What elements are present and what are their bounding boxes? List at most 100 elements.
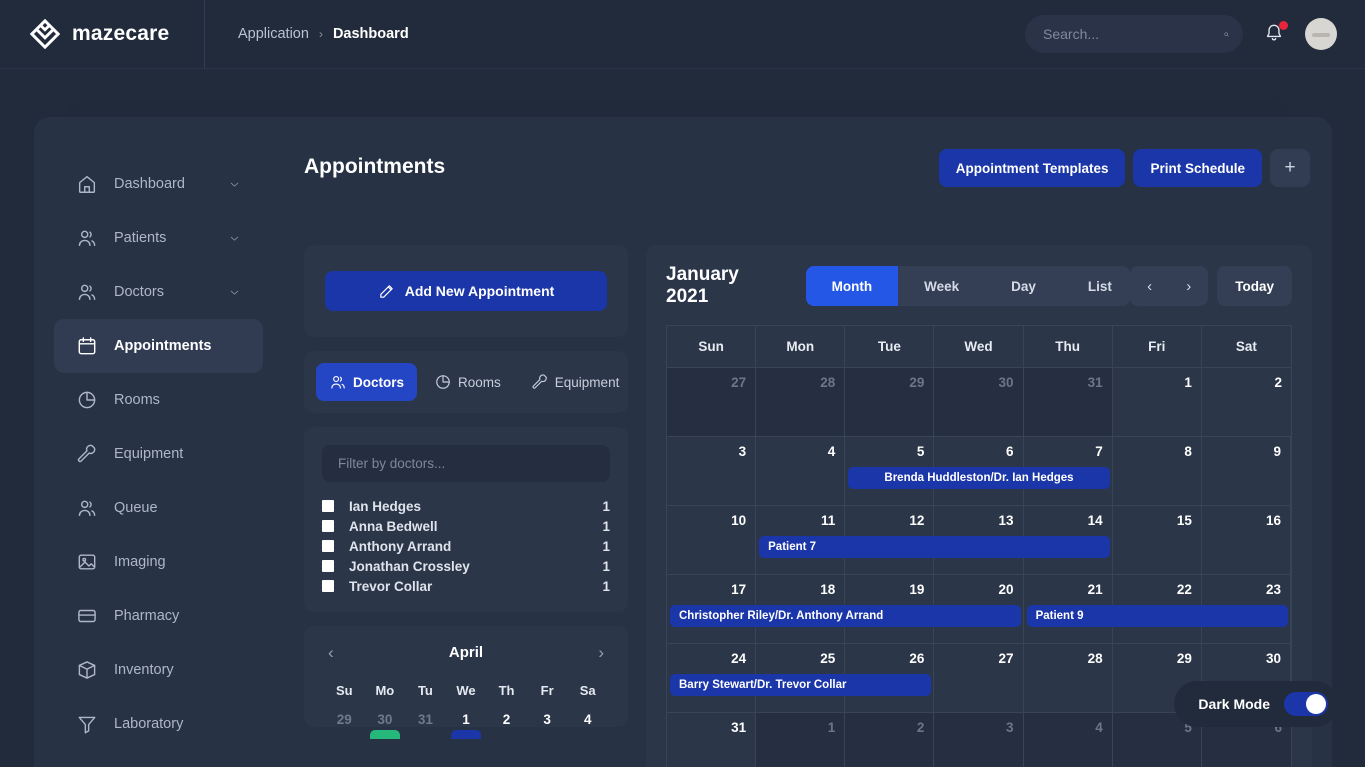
mini-calendar-day[interactable]: 31 (405, 712, 446, 727)
filter-by-doctors-input[interactable] (322, 445, 610, 482)
brand[interactable]: mazecare (0, 0, 205, 69)
calendar-view-week[interactable]: Week (898, 266, 985, 306)
doctor-filter-row[interactable]: Ian Hedges 1 (322, 496, 610, 516)
calendar-day-cell[interactable]: 27 (667, 368, 757, 436)
main-content: Appointments Appointment Templates Print… (283, 117, 1332, 767)
resource-tab-rooms[interactable]: Rooms (421, 363, 514, 401)
mini-calendar-day[interactable]: 29 (324, 712, 365, 727)
resource-tab-doctors[interactable]: Doctors (316, 363, 418, 401)
doctor-filter-row[interactable]: Trevor Collar 1 (322, 576, 610, 596)
doctor-checkbox[interactable] (322, 540, 334, 552)
doctor-checkbox[interactable] (322, 520, 334, 532)
mini-calendar-day[interactable]: 3 (527, 712, 568, 727)
mini-calendar-day[interactable]: 4 (567, 712, 608, 727)
calendar-day-cell[interactable]: 28 (756, 368, 846, 436)
search-icon[interactable] (1224, 25, 1229, 44)
calendar-day-cell[interactable]: 4 (756, 437, 846, 505)
calendar-day-number: 24 (731, 651, 747, 666)
resource-tab-equipment[interactable]: Equipment (518, 363, 633, 401)
calendar-day-cell[interactable]: 15 (1113, 506, 1202, 574)
sidebar-item-dashboard[interactable]: Dashboard (54, 157, 263, 211)
chevron-down-icon[interactable] (228, 178, 241, 191)
dark-mode-switch[interactable] (1284, 692, 1328, 716)
breadcrumb-root[interactable]: Application (238, 26, 309, 42)
mini-calendar-day[interactable]: 30 (365, 712, 406, 739)
calendar-event[interactable]: Patient 9 (1026, 605, 1288, 627)
calendar-day-cell[interactable]: 30 (934, 368, 1024, 436)
doctor-checkbox[interactable] (322, 580, 334, 592)
sidebar-item-menu-layout[interactable]: Menu Layout (54, 751, 263, 767)
calendar-day-cell[interactable]: 27 (934, 644, 1024, 712)
calendar-day-cell[interactable]: 31 (1023, 368, 1113, 436)
mini-calendar-month: April (448, 644, 484, 661)
doctor-filter-row[interactable]: Jonathan Crossley 1 (322, 556, 610, 576)
dark-mode-toggle[interactable]: Dark Mode (1174, 681, 1338, 727)
calendar-dow-row: Sun Mon Tue Wed Thu Fri Sat (667, 326, 1291, 367)
doctor-filter-row[interactable]: Anna Bedwell 1 (322, 516, 610, 536)
calendar-event[interactable]: Barry Stewart/Dr. Trevor Collar (670, 674, 932, 696)
calendar-day-cell[interactable]: 9 (1202, 437, 1291, 505)
mini-calendar-day[interactable]: 1 (446, 712, 487, 739)
chevron-right-icon[interactable]: › (594, 644, 608, 661)
doctor-checkbox[interactable] (322, 560, 334, 572)
chevron-left-icon[interactable]: ‹ (324, 644, 338, 661)
sidebar-item-appointments[interactable]: Appointments (54, 319, 263, 373)
calendar-day-cell[interactable]: 1 (1113, 368, 1202, 436)
calendar-day-cell[interactable]: 1 (756, 713, 846, 767)
calendar-day-cell[interactable]: 10 (667, 506, 757, 574)
calendar-event[interactable]: Christopher Riley/Dr. Anthony Arrand (670, 605, 1021, 627)
calendar-day-cell[interactable]: 29 (845, 368, 935, 436)
calendar-day-cell[interactable]: 4 (1023, 713, 1113, 767)
calendar-day-cell[interactable]: 2 (845, 713, 935, 767)
calendar-view-month[interactable]: Month (805, 266, 899, 306)
calendar-day-number: 4 (827, 444, 836, 459)
calendar-day-cell[interactable]: 3 (934, 713, 1024, 767)
sidebar-item-queue[interactable]: Queue (54, 481, 263, 535)
sidebar-item-doctors[interactable]: Doctors (54, 265, 263, 319)
calendar-day-number: 18 (820, 582, 836, 597)
sidebar-item-patients[interactable]: Patients (54, 211, 263, 265)
calendar-day-number: 19 (909, 582, 925, 597)
mini-calendar-day-number: 30 (377, 712, 393, 727)
sidebar-item-rooms[interactable]: Rooms (54, 373, 263, 427)
global-search[interactable] (1025, 15, 1243, 53)
calendar-event[interactable]: Brenda Huddleston/Dr. Ian Hedges (848, 467, 1110, 489)
add-new-appointment-button[interactable]: Add New Appointment (325, 271, 607, 311)
mini-calendar-day[interactable]: 2 (486, 712, 527, 727)
chevron-down-icon[interactable] (228, 232, 241, 245)
calendar-view-day[interactable]: Day (985, 266, 1062, 306)
appointment-templates-button[interactable]: Appointment Templates (938, 149, 1126, 187)
calendar-event[interactable]: Patient 7 (759, 536, 1110, 558)
mini-calendar-dow: Su (335, 683, 353, 698)
resource-tab-group: Doctors Rooms Equipment (304, 351, 628, 413)
calendar-day-cell[interactable]: 2 (1202, 368, 1291, 436)
sidebar-item-imaging[interactable]: Imaging (54, 535, 263, 589)
calendar-day-cell[interactable]: 28 (1024, 644, 1113, 712)
calendar-day-cell[interactable]: 3 (667, 437, 757, 505)
notifications-button[interactable] (1263, 21, 1288, 46)
calendar-view-list[interactable]: List (1062, 266, 1130, 306)
users-icon (78, 230, 96, 247)
calendar-prev-button[interactable]: ‹ (1130, 266, 1169, 306)
sidebar-item-equipment[interactable]: Equipment (54, 427, 263, 481)
add-button[interactable]: + (1270, 149, 1310, 187)
sidebar-item-pharmacy[interactable]: Pharmacy (54, 589, 263, 643)
page-header-actions: Appointment Templates Print Schedule + (938, 149, 1310, 187)
sidebar-item-inventory[interactable]: Inventory (54, 643, 263, 697)
avatar[interactable] (1305, 18, 1337, 50)
calendar-today-button[interactable]: Today (1217, 266, 1292, 306)
sidebar-item-laboratory[interactable]: Laboratory (54, 697, 263, 751)
mini-calendar-dow: Th (498, 683, 515, 698)
calendar-day-cell[interactable]: 8 (1113, 437, 1202, 505)
print-schedule-button[interactable]: Print Schedule (1133, 149, 1262, 187)
doctor-filter-row[interactable]: Anthony Arrand 1 (322, 536, 610, 556)
calendar-day-cell[interactable]: 16 (1202, 506, 1291, 574)
calendar-next-button[interactable]: › (1169, 266, 1208, 306)
global-search-input[interactable] (1043, 26, 1224, 42)
calendar-day-cell[interactable]: 31 (667, 713, 757, 767)
doctor-checkbox[interactable] (322, 500, 334, 512)
card-icon (78, 609, 96, 623)
chevron-down-icon[interactable] (228, 286, 241, 299)
calendar-dow-header: Wed (934, 326, 1024, 367)
doctor-count: 1 (602, 518, 610, 534)
